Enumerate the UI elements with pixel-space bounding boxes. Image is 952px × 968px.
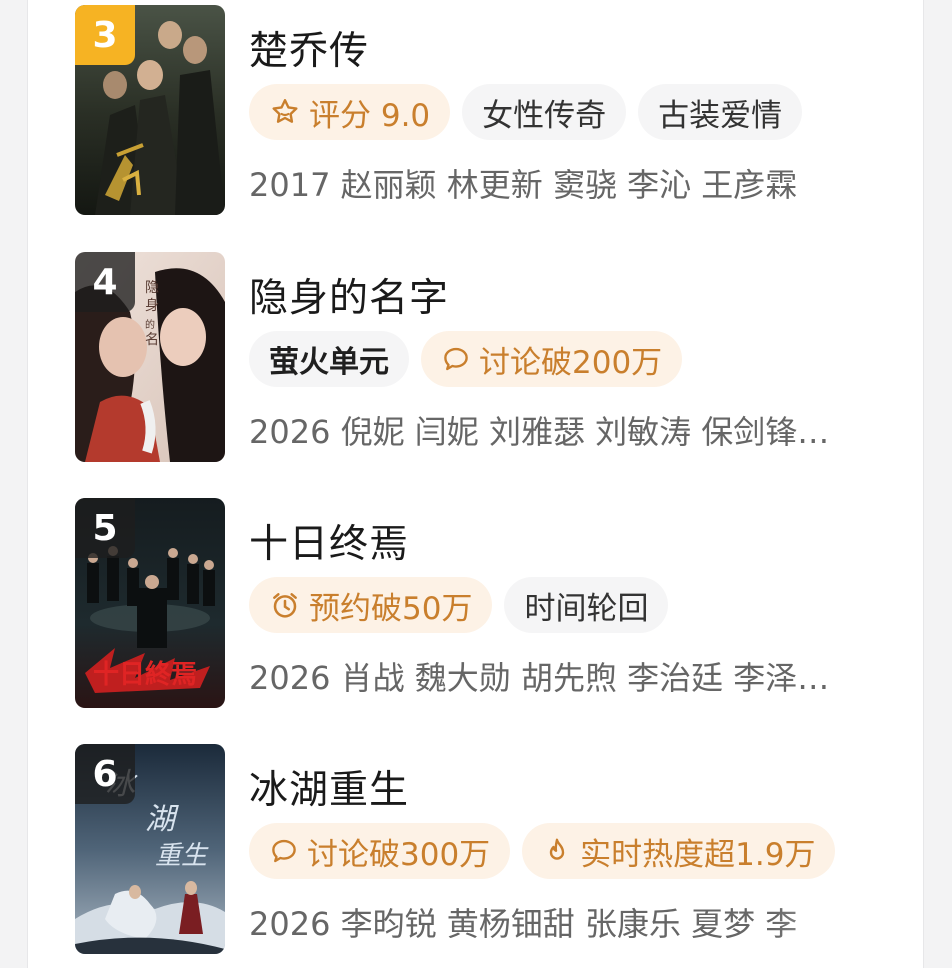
list-item[interactable]: 隐 身 的 名 4 隐身的名字 萤火单元 讨论破200万 2026 倪妮 闫妮 …	[28, 247, 923, 462]
star-icon	[272, 99, 298, 123]
alarm-clock-icon	[273, 593, 297, 618]
svg-text:重生: 重生	[155, 841, 209, 871]
list-item[interactable]: 冰 湖 重生 6 冰湖重生 讨论破300万	[28, 739, 923, 954]
svg-text:名: 名	[145, 332, 159, 348]
year-cast-text: 2026 倪妮 闫妮 刘雅瑟 刘敏涛 保剑锋…	[249, 413, 830, 451]
genre-tag[interactable]: 古装爱情	[638, 84, 803, 140]
tag-label: 古装爱情	[658, 97, 783, 134]
svg-text:湖: 湖	[145, 802, 179, 837]
svg-text:十日終焉: 十日終焉	[93, 659, 197, 690]
show-title[interactable]: 隐身的名字	[249, 267, 449, 323]
tag-label: 时间轮回	[524, 590, 649, 627]
tag-label: 实时热度超1.9万	[580, 836, 816, 873]
poster-image[interactable]: 隐 身 的 名 4	[75, 252, 225, 462]
year-cast-text: 2026 李昀锐 黄杨钿甜 张康乐 夏梦 李	[249, 905, 798, 943]
svg-text:的: 的	[145, 318, 155, 331]
rating-tag[interactable]: 评分 9.0	[249, 84, 451, 140]
tag-row: 预约破50万 时间轮回	[249, 577, 669, 633]
tag-label: 萤火单元	[269, 345, 389, 380]
genre-tag[interactable]: 时间轮回	[504, 577, 669, 633]
show-title[interactable]: 冰湖重生	[249, 759, 409, 815]
heat-tag[interactable]: 实时热度超1.9万	[522, 823, 836, 879]
ranking-list: 3 楚乔传 评分 9.0 女性传奇 古装爱情 2017 赵丽颖 林更新 窦骁 李…	[27, 0, 924, 968]
rank-badge: 6	[75, 744, 135, 804]
reservation-tag[interactable]: 预约破50万	[249, 577, 493, 633]
year-cast-text: 2017 赵丽颖 林更新 窦骁 李沁 王彦霖	[249, 166, 798, 204]
tag-label: 预约破50万	[309, 590, 473, 627]
comment-icon	[444, 347, 468, 371]
list-item[interactable]: 十日終焉 5 十日终焉 预约破50万 时间轮回 2026 肖战 魏大勋 胡先煦 …	[28, 493, 923, 708]
poster-image[interactable]: 十日終焉 5	[75, 498, 225, 708]
genre-tag[interactable]: 女性传奇	[462, 84, 627, 140]
tag-label: 讨论破200万	[479, 344, 663, 381]
rank-badge: 5	[75, 498, 135, 558]
poster-image[interactable]: 3	[75, 5, 225, 215]
platform-tag[interactable]: 萤火单元	[249, 331, 409, 387]
tag-label: 评分 9.0	[309, 97, 431, 134]
comment-icon	[272, 839, 296, 863]
poster-image[interactable]: 冰 湖 重生 6	[75, 744, 225, 954]
rank-badge: 4	[75, 252, 135, 312]
show-title[interactable]: 楚乔传	[249, 20, 369, 76]
year-cast-text: 2026 肖战 魏大勋 胡先煦 李治廷 李泽…	[249, 659, 830, 697]
flame-icon	[549, 838, 565, 860]
tag-row: 评分 9.0 女性传奇 古装爱情	[249, 84, 803, 140]
svg-text:隐: 隐	[145, 280, 159, 296]
discussion-tag[interactable]: 讨论破200万	[421, 331, 683, 387]
discussion-tag[interactable]: 讨论破300万	[249, 823, 511, 879]
svg-text:身: 身	[145, 298, 159, 314]
tag-label: 讨论破300万	[307, 836, 491, 873]
tag-row: 讨论破300万 实时热度超1.9万	[249, 823, 836, 879]
rank-badge: 3	[75, 5, 135, 65]
list-item[interactable]: 3 楚乔传 评分 9.0 女性传奇 古装爱情 2017 赵丽颖 林更新 窦骁 李…	[28, 0, 923, 215]
tag-row: 萤火单元 讨论破200万	[249, 331, 683, 387]
tag-label: 女性传奇	[482, 97, 607, 134]
show-title[interactable]: 十日终焉	[249, 513, 409, 569]
